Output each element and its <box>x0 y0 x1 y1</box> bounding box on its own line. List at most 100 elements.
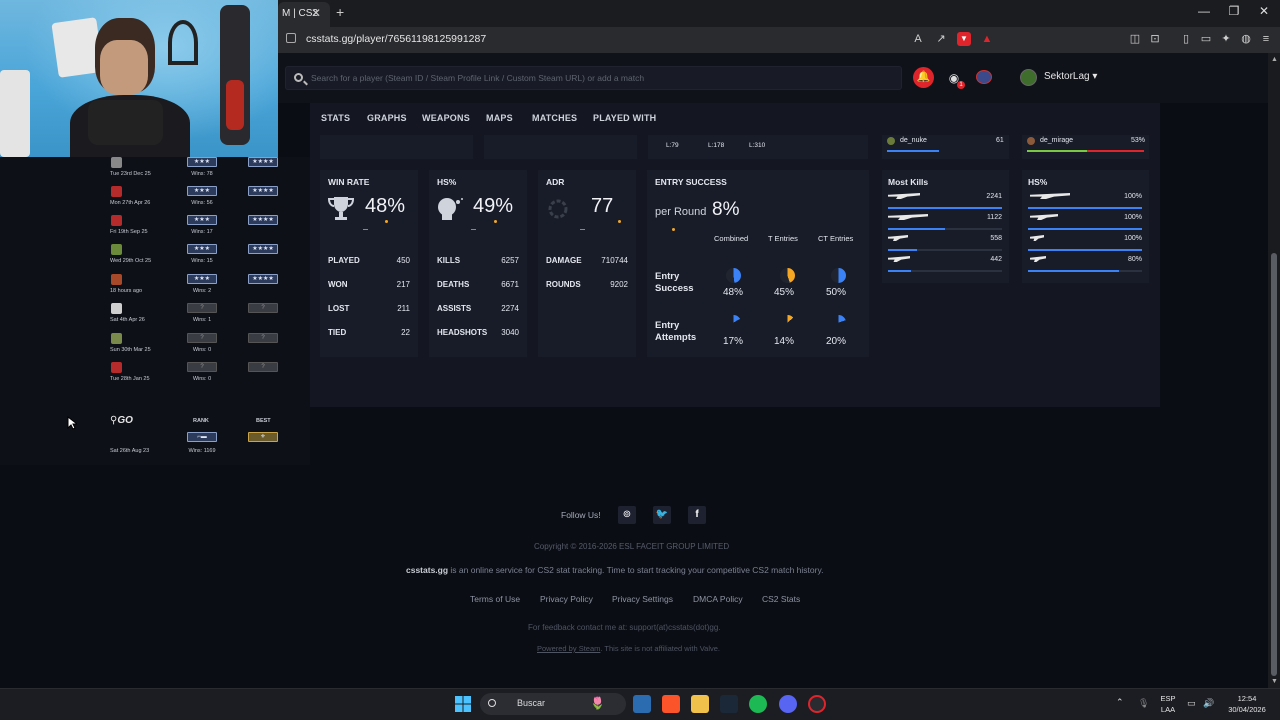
lang-laa[interactable]: LAA <box>1155 705 1181 714</box>
assists-label: ASSISTS <box>437 304 472 313</box>
map1-bar <box>887 150 939 152</box>
weapon-hs-value: 100% <box>1124 235 1142 242</box>
cs2-stats-link[interactable]: CS2 Stats <box>762 594 800 604</box>
rank-map-icon <box>111 244 122 255</box>
fragment-l178: L:178 <box>708 142 725 149</box>
rank-wins: Wins: 17 <box>191 229 213 235</box>
fragment-card <box>484 135 637 159</box>
kills-label: KILLS <box>437 256 461 265</box>
taskbar-search-label: Buscar <box>517 698 546 708</box>
brave-shield-icon[interactable]: ▼ <box>957 32 971 46</box>
t-success-value: 45% <box>773 287 794 298</box>
tab-weapons[interactable]: WEAPONS <box>422 113 470 123</box>
powered-by-steam-link[interactable]: Powered by Steam <box>537 644 600 653</box>
dash <box>363 229 368 230</box>
weapon-hs-value: 100% <box>1124 214 1142 221</box>
tab-stats[interactable]: STATS <box>321 113 350 123</box>
rank-wins: Wins: 0 <box>192 347 212 353</box>
combined-attempts-pie <box>726 315 741 330</box>
hs-bar <box>1028 228 1142 230</box>
discord-app-icon[interactable] <box>779 695 797 713</box>
language-flag-icon[interactable] <box>976 70 992 84</box>
windows-start-icon[interactable] <box>455 696 471 712</box>
map2-bar-red <box>1087 150 1144 152</box>
rank-badge: ★★★ <box>187 215 217 225</box>
csgo-best-badge: ⚜ <box>248 432 278 442</box>
sidebar-icon[interactable]: ▯ <box>1179 32 1193 46</box>
rounds-label: ROUNDS <box>546 280 581 289</box>
tab-close-icon[interactable]: ✕ <box>311 6 321 20</box>
search-icon <box>488 699 496 707</box>
minimize-icon[interactable]: — <box>1192 4 1216 18</box>
wallet-icon[interactable]: ▭ <box>1199 32 1213 46</box>
rank-badge: ? <box>187 362 217 372</box>
network-icon[interactable]: ▭ <box>1187 698 1196 709</box>
search-input[interactable] <box>311 70 896 86</box>
brave-browser-icon[interactable] <box>662 695 680 713</box>
steam-app-icon[interactable] <box>720 695 738 713</box>
map2-value: 53% <box>1131 137 1146 144</box>
best-rank-badge: ★★★★ <box>248 215 278 225</box>
facebook-icon[interactable]: f <box>688 506 706 524</box>
ct-success-pie <box>831 268 846 283</box>
translate-icon[interactable]: A <box>911 32 925 46</box>
privacy-settings-link[interactable]: Privacy Settings <box>612 594 673 604</box>
best-rank-badge: ? <box>248 333 278 343</box>
microphone-icon[interactable]: 🎙 <box>1138 698 1149 709</box>
entry-attempts-label: Entry Attempts <box>655 320 697 343</box>
rank-badge: ? <box>187 303 217 313</box>
twitter-icon[interactable]: 🐦 <box>653 506 671 524</box>
map1-value: 61 <box>996 137 1004 144</box>
rank-date: Sun 30th Mar 25 <box>110 347 151 353</box>
tray-chevron-icon[interactable]: ⌃ <box>1116 697 1124 708</box>
leo-ai-icon[interactable]: ✦ <box>1219 32 1233 46</box>
address-bar[interactable]: csstats.gg/player/76561198125991287 <box>282 30 1002 50</box>
screenshot-icon[interactable]: ⊡ <box>1148 32 1162 46</box>
task-view-icon[interactable] <box>633 695 651 713</box>
extensions-icon[interactable]: ◫ <box>1128 32 1142 46</box>
scroll-up-icon[interactable]: ▲ <box>1271 56 1278 63</box>
tab-matches[interactable]: MATCHES <box>532 113 577 123</box>
entry-success-label: Entry Success <box>655 271 694 294</box>
tab-graphs[interactable]: GRAPHS <box>367 113 407 123</box>
scroll-thumb[interactable] <box>1271 253 1277 676</box>
rank-map-icon <box>111 303 122 314</box>
clock-date[interactable]: 30/04/2026 <box>1220 705 1274 714</box>
avatar[interactable] <box>1020 69 1037 86</box>
tab-maps[interactable]: MAPS <box>486 113 513 123</box>
menu-icon[interactable]: ≡ <box>1259 32 1273 46</box>
privacy-policy-link[interactable]: Privacy Policy <box>540 594 593 604</box>
headphones-image <box>168 20 198 65</box>
close-window-icon[interactable]: ✕ <box>1252 4 1276 18</box>
rank-map-icon <box>111 333 122 344</box>
maximize-icon[interactable]: ❐ <box>1222 4 1246 18</box>
most-kills-title: Most Kills <box>888 177 929 187</box>
new-tab-icon[interactable]: + <box>336 4 344 20</box>
brave-rewards-icon[interactable]: ▲ <box>980 32 994 46</box>
ct-success-value: 50% <box>825 287 846 298</box>
steam-icon[interactable]: ⊚ <box>618 506 636 524</box>
file-explorer-icon[interactable] <box>691 695 709 713</box>
rank-badge: ★★★ <box>187 186 217 196</box>
dmca-link[interactable]: DMCA Policy <box>693 594 743 604</box>
tab-played-with[interactable]: PLAYED WITH <box>593 113 656 123</box>
terms-link[interactable]: Terms of Use <box>470 594 520 604</box>
clock-time[interactable]: 12:54 <box>1220 694 1274 703</box>
scroll-down-icon[interactable]: ▼ <box>1271 678 1278 685</box>
spotify-icon[interactable] <box>749 695 767 713</box>
vpn-icon[interactable]: ◍ <box>1239 32 1253 46</box>
csgo-logo-text: GO <box>117 415 133 426</box>
won-value: 217 <box>396 280 410 289</box>
volume-icon[interactable]: 🔊 <box>1203 698 1214 709</box>
lang-esp[interactable]: ESP <box>1155 694 1181 703</box>
browser-tab[interactable]: M | CS2 <box>278 2 330 27</box>
app-icon[interactable] <box>808 695 826 713</box>
share-icon[interactable]: ↗ <box>934 32 948 46</box>
rank-wins: Wins: 78 <box>191 171 213 177</box>
notification-bell-icon[interactable]: 🔔 <box>913 67 934 88</box>
t-attempts-value: 14% <box>773 336 794 347</box>
most-kills-value: 442 <box>990 256 1002 263</box>
rank-wins: Wins: 15 <box>191 258 213 264</box>
head-icon <box>438 198 463 220</box>
user-menu[interactable]: SektorLag ▾ <box>1044 71 1097 82</box>
